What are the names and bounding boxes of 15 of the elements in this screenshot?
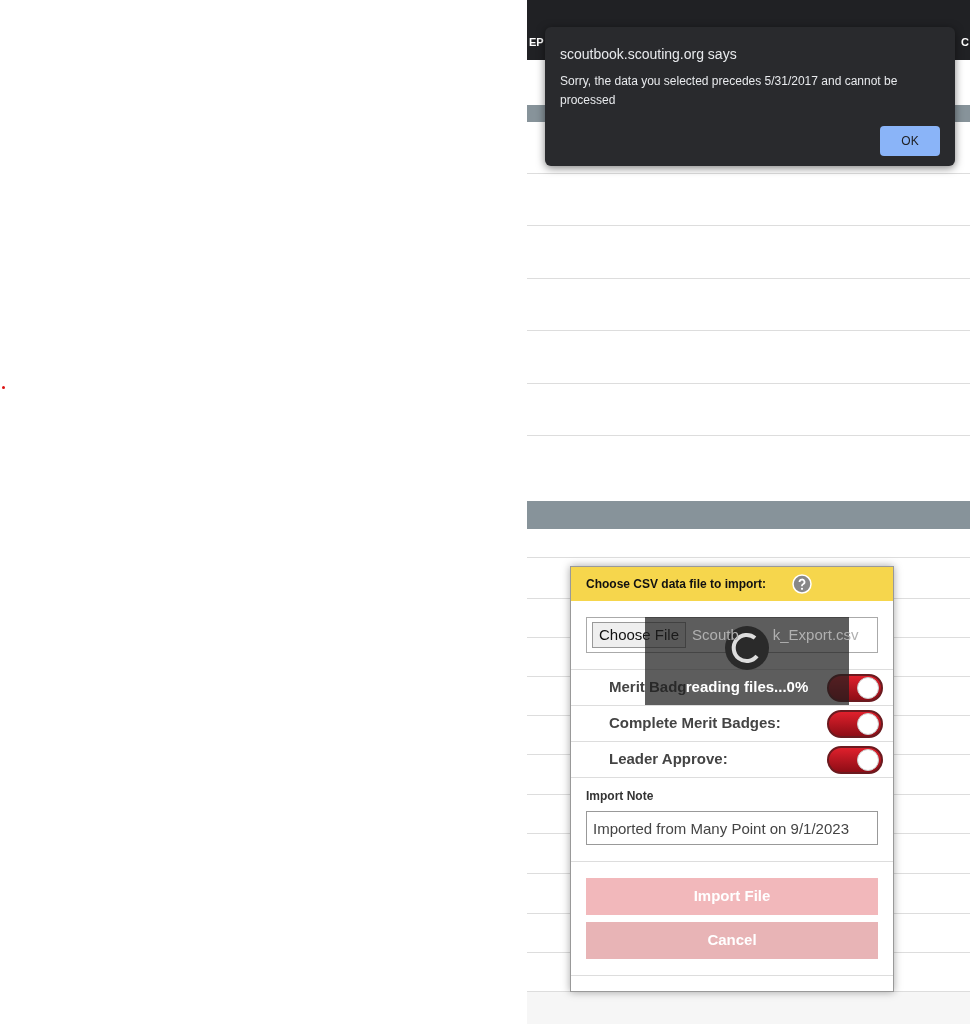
- field-label: Import Note: [586, 788, 655, 805]
- dialog-title: Choose CSV data file to import:: [586, 576, 766, 593]
- toggle-switch[interactable]: [827, 709, 883, 738]
- alert-message: Sorry, the data you selected precedes 5/31/2017 and cannot be processed: [560, 73, 899, 109]
- ok-button[interactable]: OK: [880, 126, 940, 156]
- toggle-label: Leader Approve:: [609, 749, 728, 770]
- alert-title: scoutbook.scouting.org says: [560, 45, 738, 64]
- file-name: Scoutb: [692, 624, 739, 645]
- toggle-switch[interactable]: [827, 745, 883, 774]
- help-icon[interactable]: [792, 574, 812, 594]
- toolbar-text: C: [961, 34, 969, 50]
- note-field[interactable]: Imported from Many Point on 9/1/2023: [586, 811, 878, 845]
- loading-text: reading files...0%: [685, 677, 809, 697]
- toolbar-text: EP: [529, 34, 544, 50]
- toggle-label: Complete Merit Badges:: [609, 713, 781, 734]
